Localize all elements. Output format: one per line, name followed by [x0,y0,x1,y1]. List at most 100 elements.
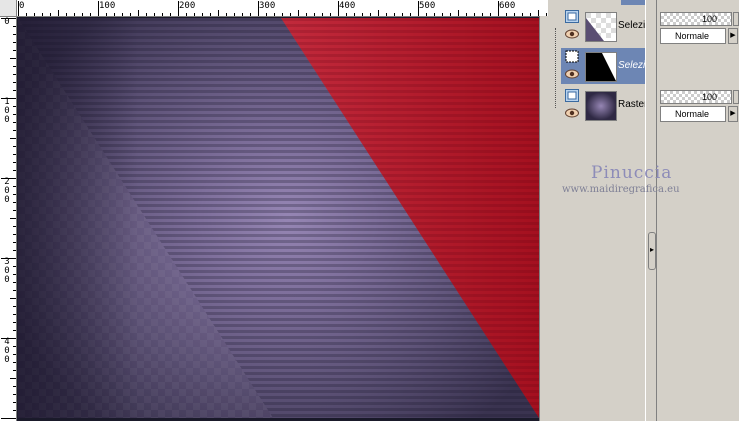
ruler-tick [170,13,171,16]
ruler-tick [13,90,16,91]
ruler-tick [13,42,16,43]
ruler-tick [13,122,16,123]
ruler-tick [34,13,35,16]
image-canvas[interactable] [18,18,539,418]
ruler-tick [1,418,16,419]
opacity-field[interactable]: 100 [660,12,732,26]
ruler-tick [242,13,243,16]
horizontal-ruler: 0 100 200 300 400 500 600 [0,0,548,17]
ruler-tick [13,34,16,35]
ruler-tick [146,13,147,16]
ruler-tick [410,13,411,16]
ruler-tick [13,186,16,187]
ruler-tick [13,330,16,331]
ruler-tick [13,162,16,163]
ruler-tick [530,13,531,16]
blend-mode-select[interactable]: Normale [660,106,726,122]
ruler-tick [162,13,163,16]
ruler-tick [1,178,16,179]
blend-mode-select[interactable]: Normale [660,28,726,44]
left-shade [18,18,138,418]
ruler-tick [13,402,16,403]
layer-thumbnail [585,91,617,121]
ruler-tick [90,13,91,16]
ruler-tick [434,13,435,16]
chevron-right-icon[interactable]: ▶ [728,28,738,44]
ruler-tick [13,266,16,267]
ruler-tick [13,346,16,347]
ruler-label: 100 [99,1,116,11]
layer-row-selezione-1[interactable]: Selezio [561,8,651,44]
ruler-tick [10,58,16,59]
ruler-tick [522,13,523,16]
ruler-tick [394,13,395,16]
ruler-tick [26,13,27,16]
ruler-tick [226,13,227,16]
ruler-tick [13,154,16,155]
ruler-tick [50,13,51,16]
ruler-tick [490,13,491,16]
opacity-spinner[interactable] [733,12,739,26]
ruler-tick [138,10,139,16]
ruler-tick [58,10,59,16]
ruler-tick [13,66,16,67]
ruler-tick [194,13,195,16]
ruler-tick [202,13,203,16]
ruler-tick [13,274,16,275]
ruler-tick [338,1,339,16]
ruler-tick [13,74,16,75]
ruler-tick [442,13,443,16]
ruler-tick [346,13,347,16]
ruler-tick [362,13,363,16]
eye-icon[interactable] [565,108,579,118]
layer-row-raster[interactable]: Raster [561,87,647,123]
ruler-tick [370,13,371,16]
layer-tree-line [555,28,557,108]
ruler-label: 600 [499,1,516,11]
ruler-tick [13,26,16,27]
layer-row-selezione-2[interactable]: Selezio [561,48,651,84]
ruler-tick [1,338,16,339]
ruler-tick [13,50,16,51]
layer-thumbnail [585,52,617,82]
ruler-tick [354,13,355,16]
ruler-tick [13,146,16,147]
ruler-tick [13,202,16,203]
ruler-tick [42,13,43,16]
opacity-spinner[interactable] [733,90,739,104]
eye-icon[interactable] [565,29,579,39]
ruler-corner[interactable] [0,0,17,17]
raster-layer-icon [565,89,579,102]
chevron-right-icon[interactable]: ▶ [728,106,738,122]
eye-icon[interactable] [565,69,579,79]
ruler-tick [13,370,16,371]
ruler-tick [13,226,16,227]
ruler-tick [122,13,123,16]
ruler-label: 300 [259,1,276,11]
ruler-tick [10,138,16,139]
ruler-tick [10,298,16,299]
layer-thumbnail [585,12,617,42]
ruler-tick [114,13,115,16]
chevron-right-icon: ▸ [649,245,654,254]
ruler-tick [210,13,211,16]
ruler-tick [330,13,331,16]
ruler-tick [13,282,16,283]
vertical-ruler: 0 100 200 300 400 [0,16,17,421]
ruler-tick [386,13,387,16]
ruler-tick [314,13,315,16]
ruler-label: 500 [419,1,436,11]
ruler-label: 0 [4,17,10,27]
panel-tab[interactable] [621,0,645,5]
ruler-tick [106,13,107,16]
ruler-tick [13,194,16,195]
panel-splitter[interactable]: ▸ [645,0,657,421]
ruler-tick [402,13,403,16]
ruler-tick [13,410,16,411]
ruler-tick [13,210,16,211]
ruler-tick [82,13,83,16]
opacity-field[interactable]: 100 [660,90,732,104]
splitter-handle[interactable]: ▸ [648,232,656,270]
ruler-tick [13,386,16,387]
ruler-tick [66,13,67,16]
